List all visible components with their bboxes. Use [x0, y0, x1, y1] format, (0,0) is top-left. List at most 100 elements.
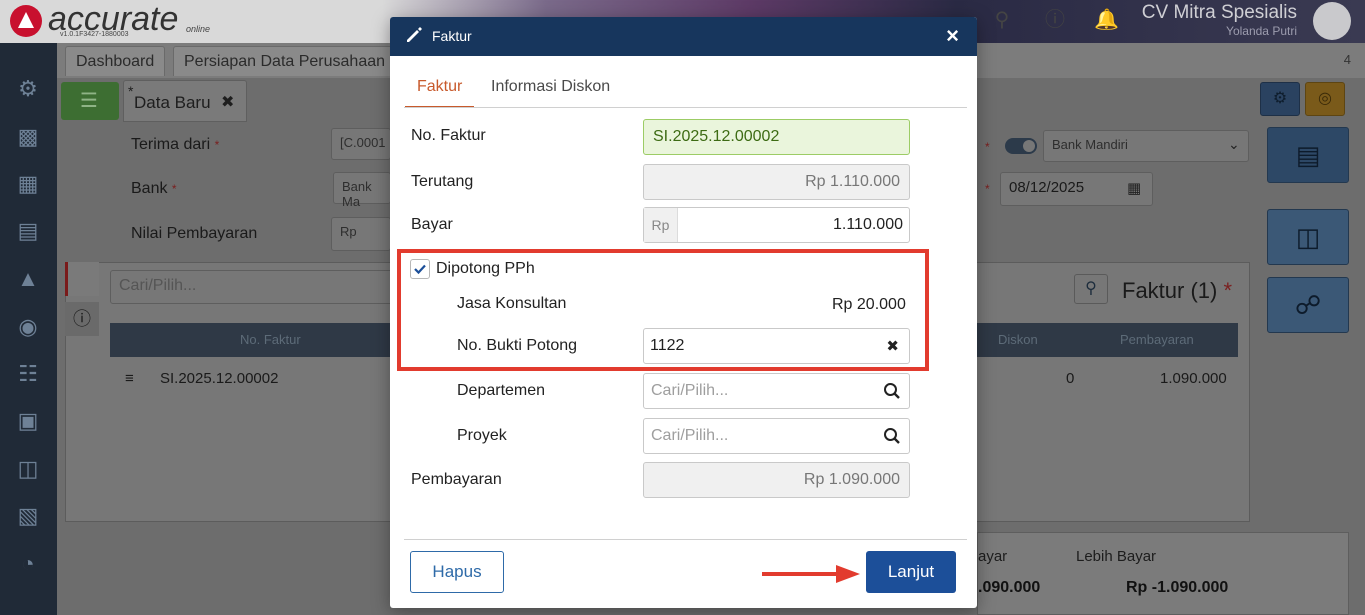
faktur-modal: Faktur × Faktur Informasi Diskon No. Fak… [390, 17, 977, 608]
tab-dashboard[interactable]: Dashboard [65, 46, 166, 76]
menu-list-button[interactable] [61, 82, 119, 120]
summary-left-label: ayar [978, 548, 1008, 565]
bank-input[interactable]: Bank Ma [333, 172, 391, 209]
user-name: Yolanda Putri [1226, 24, 1297, 38]
summary-panel: ayar .090.000 Lebih Bayar Rp -1.090.000 [977, 532, 1349, 615]
bank-icon[interactable]: ▲ [14, 265, 42, 293]
settings-button[interactable]: ⚙ [1260, 82, 1300, 116]
nilai-pembayaran-label: Nilai Pembayaran [131, 225, 258, 242]
col-pembayaran[interactable]: Pembayaran [1120, 332, 1194, 347]
nilai-pembayaran-input[interactable]: Rp [331, 217, 391, 251]
gear-icon[interactable]: ⚙ [14, 75, 42, 103]
lebih-bayar-label: Lebih Bayar [1076, 548, 1157, 565]
attachment-button[interactable]: ☍ [1267, 277, 1349, 333]
tax-icon[interactable]: ▧ [14, 502, 42, 530]
arrow-right-icon [762, 565, 860, 583]
row-no-faktur[interactable]: SI.2025.12.00002 [160, 370, 278, 387]
avatar[interactable] [1313, 2, 1351, 40]
chevron-down-icon: ⌄ [1228, 136, 1240, 152]
company-name: CV Mitra Spesialis [1141, 2, 1297, 23]
bayar-currency-prefix: Rp [644, 208, 678, 242]
col-no-faktur[interactable]: No. Faktur [240, 332, 301, 347]
save-button[interactable]: ▤ [1267, 127, 1349, 183]
tab-persiapan-data[interactable]: Persiapan Data Perusahaan [173, 46, 393, 76]
summary-left-value: .090.000 [978, 579, 1041, 596]
jasa-konsultan-value: Rp 20.000 [832, 296, 906, 313]
faktur-count-title: Faktur (1) * [1122, 278, 1233, 303]
bell-icon[interactable]: 🔔 [1094, 8, 1119, 32]
no-faktur-label: No. Faktur [411, 127, 486, 144]
no-faktur-field[interactable]: SI.2025.12.00002 [643, 119, 910, 155]
col-diskon[interactable]: Diskon [998, 332, 1038, 347]
accurate-logo-icon [10, 5, 42, 37]
row-diskon: 0 [1066, 370, 1075, 387]
document-tab[interactable]: * Data Baru ✖ [123, 80, 247, 122]
bank-select[interactable]: Bank Mandiri [1043, 130, 1249, 162]
bayar-field[interactable]: Rp 1.110.000 [643, 207, 910, 243]
calendar-icon[interactable]: ▦ [1127, 179, 1141, 197]
drag-handle-icon[interactable]: ≡ [125, 370, 134, 387]
sidebar: ⚙ ▩ ▦ ▤ ▲ ◉ ☷ ▣ ◫ ▧ ◔ [0, 43, 57, 615]
dipotong-pph-checkbox[interactable] [410, 259, 430, 279]
terima-dari-input[interactable]: [C.0001 [331, 128, 391, 160]
proyek-label: Proyek [457, 427, 507, 444]
warehouse-icon[interactable]: ▩ [14, 123, 42, 151]
departemen-field[interactable]: Cari/Pilih... [643, 373, 910, 409]
lebih-bayar-value: Rp -1.090.000 [1126, 579, 1229, 596]
unsaved-marker: * [128, 83, 134, 99]
modal-header: Faktur × [390, 17, 977, 56]
departemen-placeholder: Cari/Pilih... [651, 382, 729, 399]
search-faktur-button[interactable]: ⚲ [1074, 274, 1108, 304]
proyek-placeholder: Cari/Pilih... [651, 427, 729, 444]
doc-side-tab[interactable] [65, 262, 99, 296]
logo-version: v1.0.1F3427-1880003 [60, 31, 129, 38]
bank-label: Bank * [131, 180, 177, 197]
hapus-button[interactable]: Hapus [410, 551, 504, 593]
no-bukti-potong-field[interactable]: 1122 ✖ [643, 328, 910, 364]
pembayaran-value: Rp 1.090.000 [803, 471, 900, 488]
ledger-icon[interactable]: ▤ [14, 217, 42, 245]
bayar-value: 1.110.000 [833, 216, 903, 233]
close-icon[interactable]: × [946, 24, 959, 48]
terutang-value: Rp 1.110.000 [805, 173, 900, 190]
terima-dari-label: Terima dari * [131, 136, 220, 153]
search-item-input[interactable]: Cari/Pilih... [110, 270, 400, 304]
terutang-field: Rp 1.110.000 [643, 164, 910, 200]
chart-icon[interactable]: ◔ [14, 550, 42, 578]
row-pembayaran: 1.090.000 [1160, 370, 1227, 387]
no-faktur-value: SI.2025.12.00002 [653, 128, 780, 145]
info-side-tab[interactable]: ⓘ [65, 302, 99, 336]
search-icon[interactable] [883, 382, 901, 400]
document-button[interactable]: ◫ [1267, 209, 1349, 265]
lightbulb-button[interactable]: ◎ [1305, 82, 1345, 116]
tab-count[interactable]: 4 [1344, 52, 1351, 67]
proyek-field[interactable]: Cari/Pilih... [643, 418, 910, 454]
lanjut-button[interactable]: Lanjut [866, 551, 956, 593]
departemen-label: Departemen [457, 382, 546, 399]
pencil-icon [405, 26, 425, 46]
required-mark: * [985, 182, 990, 196]
no-bukti-potong-value: 1122 [650, 337, 685, 354]
search-icon[interactable] [883, 427, 901, 445]
document-tab-label: Data Baru [134, 93, 211, 112]
logo-online: online [186, 24, 211, 34]
money-bag-icon[interactable]: ◉ [14, 313, 42, 341]
modal-title: Faktur [432, 28, 472, 44]
help-icon[interactable]: ⓘ [1043, 8, 1067, 32]
required-mark: * [985, 140, 990, 154]
cart-icon[interactable]: ☷ [14, 360, 42, 388]
clear-icon[interactable]: ✖ [886, 337, 899, 355]
pembayaran-label: Pembayaran [411, 471, 502, 488]
close-tab-icon[interactable]: ✖ [221, 92, 234, 112]
inventory-icon[interactable]: ▣ [14, 407, 42, 435]
jasa-konsultan-label: Jasa Konsultan [457, 295, 567, 312]
report-icon[interactable]: ◫ [14, 455, 42, 483]
dipotong-pph-label[interactable]: Dipotong PPh [436, 260, 535, 278]
building-icon[interactable]: ▦ [14, 170, 42, 198]
terutang-label: Terutang [411, 173, 474, 190]
tab-faktur[interactable]: Faktur [405, 78, 475, 108]
toggle-switch[interactable] [1005, 138, 1037, 154]
no-bukti-potong-label: No. Bukti Potong [457, 337, 578, 354]
search-icon[interactable]: ⚲ [990, 8, 1014, 32]
tab-informasi-diskon[interactable]: Informasi Diskon [479, 78, 622, 106]
